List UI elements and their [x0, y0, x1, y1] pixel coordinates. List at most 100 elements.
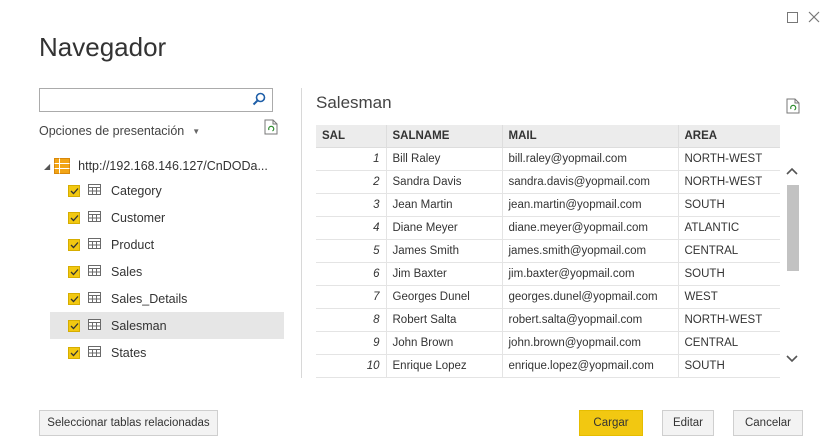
preview-table: SAL SALNAME MAIL AREA 1 Bill Raley bill.… — [316, 125, 780, 378]
tree-item-label: Product — [111, 237, 155, 252]
table-cell: ATLANTIC — [678, 216, 780, 240]
preview-title: Salesman — [316, 93, 392, 112]
table-cell: 8 — [316, 308, 387, 332]
table-cell: 4 — [316, 216, 387, 240]
tree-item-customer[interactable]: Customer — [50, 204, 284, 231]
table-row: 4 Diane Meyer diane.meyer@yopmail.com AT… — [316, 216, 780, 240]
display-options-dropdown[interactable]: Opciones de presentación ▼ — [39, 124, 200, 138]
tree-item-sales[interactable]: Sales — [50, 258, 284, 285]
vertical-scrollbar[interactable] — [783, 150, 802, 379]
checkbox-icon[interactable] — [68, 265, 80, 278]
table-icon — [88, 345, 101, 360]
table-row: 6 Jim Baxter jim.baxter@yopmail.com SOUT… — [316, 262, 780, 286]
table-cell: 9 — [316, 331, 387, 355]
table-cell: CENTRAL — [678, 331, 780, 355]
checkbox-icon[interactable] — [68, 292, 80, 305]
table-cell: james.smith@yopmail.com — [502, 239, 679, 263]
table-cell: sandra.davis@yopmail.com — [502, 170, 679, 194]
tree-root-source[interactable]: ◢ http://192.168.146.127/CnDODa... — [44, 154, 268, 178]
tree-item-salesman[interactable]: Salesman — [50, 312, 284, 339]
display-options-label: Opciones de presentación — [39, 124, 185, 138]
tree-item-label: States — [111, 345, 147, 360]
table-cell: CENTRAL — [678, 239, 780, 263]
column-header[interactable]: SAL — [316, 125, 387, 148]
tree-item-sales-details[interactable]: Sales_Details — [50, 285, 284, 312]
table-cell: Georges Dunel — [386, 285, 503, 309]
tree-item-category[interactable]: Category — [50, 177, 284, 204]
scroll-down-icon[interactable] — [786, 350, 798, 368]
refresh-icon[interactable] — [786, 98, 800, 119]
tree-item-states[interactable]: States — [50, 339, 284, 366]
table-cell: john.brown@yopmail.com — [502, 331, 679, 355]
table-row: 1 Bill Raley bill.raley@yopmail.com NORT… — [316, 147, 780, 171]
table-cell: 2 — [316, 170, 387, 194]
search-icon[interactable] — [252, 92, 266, 111]
table-cell: SOUTH — [678, 193, 780, 217]
table-row: 8 Robert Salta robert.salta@yopmail.com … — [316, 308, 780, 332]
table-row: 7 Georges Dunel georges.dunel@yopmail.co… — [316, 285, 780, 309]
table-cell: 6 — [316, 262, 387, 286]
database-icon — [54, 158, 71, 174]
tree-item-label: Sales_Details — [111, 291, 188, 306]
checkbox-icon[interactable] — [68, 211, 80, 224]
table-cell: 7 — [316, 285, 387, 309]
checkbox-icon[interactable] — [68, 238, 80, 251]
checkbox-icon[interactable] — [68, 184, 80, 197]
maximize-icon[interactable] — [781, 6, 803, 28]
table-icon — [88, 318, 101, 333]
table-row: 3 Jean Martin jean.martin@yopmail.com SO… — [316, 193, 780, 217]
refresh-icon[interactable] — [264, 119, 278, 140]
checkbox-icon[interactable] — [68, 346, 80, 359]
tree-root-label: http://192.168.146.127/CnDODa... — [78, 159, 268, 173]
table-cell: James Smith — [386, 239, 503, 263]
close-icon[interactable] — [803, 6, 824, 28]
dialog-title: Navegador — [39, 32, 167, 62]
table-icon — [88, 264, 101, 279]
column-header[interactable]: AREA — [678, 125, 780, 148]
table-cell: 1 — [316, 147, 387, 171]
table-cell: 5 — [316, 239, 387, 263]
chevron-down-icon: ▼ — [192, 126, 201, 136]
column-header[interactable]: SALNAME — [386, 125, 503, 148]
table-cell: jim.baxter@yopmail.com — [502, 262, 679, 286]
table-row: 5 James Smith james.smith@yopmail.com CE… — [316, 239, 780, 263]
pane-divider — [301, 88, 302, 378]
tree-item-label: Sales — [111, 264, 143, 279]
table-cell: John Brown — [386, 331, 503, 355]
select-related-tables-button[interactable]: Seleccionar tablas relacionadas — [39, 410, 218, 436]
tree-items: Category Customer Product Sales Sales_De… — [50, 177, 284, 366]
table-cell: Robert Salta — [386, 308, 503, 332]
table-cell: Jean Martin — [386, 193, 503, 217]
load-button[interactable]: Cargar — [579, 410, 643, 436]
scroll-up-icon[interactable] — [786, 162, 798, 180]
table-cell: georges.dunel@yopmail.com — [502, 285, 679, 309]
table-cell: Diane Meyer — [386, 216, 503, 240]
table-row: 9 John Brown john.brown@yopmail.com CENT… — [316, 331, 780, 355]
table-cell: 10 — [316, 354, 387, 378]
tree-item-product[interactable]: Product — [50, 231, 284, 258]
scrollbar-thumb[interactable] — [787, 185, 799, 271]
table-cell: Sandra Davis — [386, 170, 503, 194]
table-cell: enrique.lopez@yopmail.com — [502, 354, 679, 378]
table-icon — [88, 237, 101, 252]
table-header-row: SAL SALNAME MAIL AREA — [316, 125, 780, 148]
table-cell: jean.martin@yopmail.com — [502, 193, 679, 217]
table-cell: 3 — [316, 193, 387, 217]
table-cell: bill.raley@yopmail.com — [502, 147, 679, 171]
table-icon — [88, 210, 101, 225]
tree-item-label: Customer — [111, 210, 166, 225]
checkbox-icon[interactable] — [68, 319, 80, 332]
table-cell: NORTH-WEST — [678, 170, 780, 194]
edit-button[interactable]: Editar — [662, 410, 714, 436]
table-cell: diane.meyer@yopmail.com — [502, 216, 679, 240]
table-cell: Jim Baxter — [386, 262, 503, 286]
tree-item-label: Category — [111, 183, 162, 198]
cancel-button[interactable]: Cancelar — [733, 410, 803, 436]
table-icon — [88, 291, 101, 306]
search-input[interactable] — [39, 88, 273, 112]
collapse-arrow-icon[interactable]: ◢ — [44, 162, 50, 171]
tree-item-label: Salesman — [111, 318, 167, 333]
column-header[interactable]: MAIL — [502, 125, 679, 148]
table-row: 2 Sandra Davis sandra.davis@yopmail.com … — [316, 170, 780, 194]
table-cell: Bill Raley — [386, 147, 503, 171]
